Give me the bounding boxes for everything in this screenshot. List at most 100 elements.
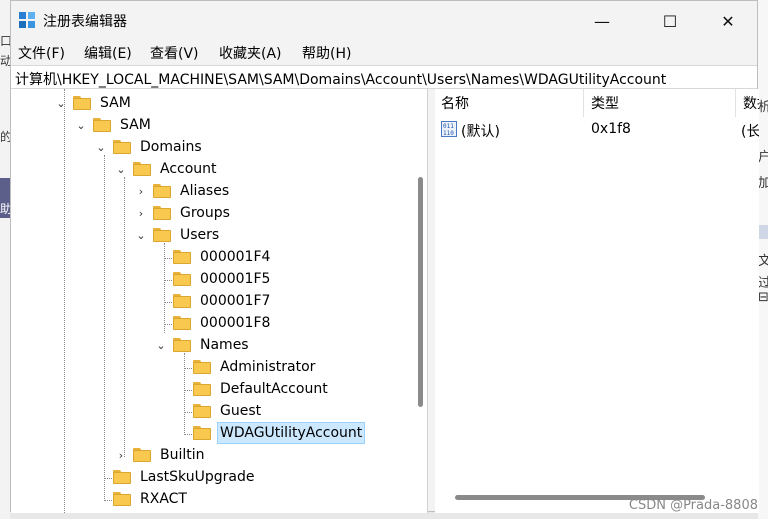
tree-node-label[interactable]: LastSkuUpgrade [137, 466, 257, 488]
folder-icon [193, 360, 211, 374]
background-window-right: 析 户 加 文 过 ⊟ [758, 0, 768, 519]
key-tree: ⌄ SAM ⌄ SAM ⌄ Domains ⌄ Account › Aliase… [11, 89, 428, 513]
chevron-right-icon[interactable]: › [135, 202, 147, 224]
menu-view[interactable]: 查看(V) [150, 43, 199, 63]
tree-guide [124, 177, 125, 457]
tree-node-label[interactable]: Builtin [157, 444, 208, 466]
tree-node[interactable]: 000001F7 [155, 290, 273, 312]
bg-text: 户 [758, 150, 768, 165]
tree-node-label[interactable]: Users [177, 224, 222, 246]
tree-node-label[interactable]: 000001F4 [197, 246, 273, 268]
tree-node[interactable]: 000001F8 [155, 312, 273, 334]
tree-node[interactable]: ⌄ SAM [55, 92, 134, 114]
tree-node[interactable]: ⌄ Users [135, 224, 222, 246]
chevron-down-icon[interactable]: ⌄ [75, 114, 87, 136]
folder-icon [113, 470, 131, 484]
tree-node[interactable]: RXACT [95, 488, 190, 510]
tree-node-label[interactable]: Groups [177, 202, 233, 224]
title-bar[interactable]: 注册表编辑器 — ☐ ✕ [11, 1, 757, 39]
menu-file[interactable]: 文件(F) [18, 43, 65, 63]
close-icon: ✕ [721, 11, 735, 31]
tree-node[interactable]: ⌄ SAM [75, 114, 154, 136]
tree-node[interactable]: ⌄ Names [155, 334, 252, 356]
chevron-down-icon[interactable]: ⌄ [95, 136, 107, 158]
registry-editor-icon [19, 12, 35, 28]
chevron-down-icon[interactable]: ⌄ [115, 158, 127, 180]
tree-node[interactable]: 000001F4 [155, 246, 273, 268]
column-divider[interactable] [735, 89, 736, 117]
minimize-button[interactable]: — [579, 7, 625, 35]
tree-node[interactable]: LastSkuUpgrade [95, 466, 257, 488]
watermark: CSDN @Prada-8808 [628, 498, 758, 513]
folder-icon [193, 426, 211, 440]
tree-node[interactable]: › Groups [135, 202, 233, 224]
tree-node-label[interactable]: RXACT [137, 488, 190, 510]
tree-node-label[interactable]: Guest [217, 400, 264, 422]
folder-icon [113, 492, 131, 506]
svg-text:011: 011 [443, 123, 454, 130]
folder-icon [173, 338, 191, 352]
tree-node-label[interactable]: SAM [97, 92, 134, 114]
menu-edit[interactable]: 编辑(E) [84, 43, 132, 63]
menu-help[interactable]: 帮助(H) [302, 43, 351, 63]
menu-favorites[interactable]: 收藏夹(A) [219, 43, 282, 63]
maximize-button[interactable]: ☐ [647, 7, 693, 35]
chevron-down-icon[interactable]: ⌄ [155, 334, 167, 356]
svg-text:110: 110 [443, 130, 454, 137]
tree-node[interactable]: DefaultAccount [175, 378, 331, 400]
window-title: 注册表编辑器 [43, 14, 127, 30]
tree-node-label[interactable]: DefaultAccount [217, 378, 331, 400]
maximize-icon: ☐ [662, 11, 678, 31]
tree-node-label[interactable]: 000001F7 [197, 290, 273, 312]
tree-node[interactable]: 000001F5 [155, 268, 273, 290]
minimize-icon: — [594, 11, 610, 31]
folder-icon [193, 382, 211, 396]
tree-node-label[interactable]: WDAGUtilityAccount [217, 422, 366, 444]
tree-node-selected[interactable]: WDAGUtilityAccount [175, 422, 366, 444]
regedit-window: 注册表编辑器 — ☐ ✕ 文件(F) 编辑(E) 查看(V) 收藏夹(A) 帮助… [10, 0, 759, 513]
tree-node[interactable]: Guest [175, 400, 264, 422]
chevron-right-icon[interactable]: › [115, 444, 127, 466]
reg-binary-value-icon: 011 110 [441, 121, 457, 137]
folder-icon [93, 118, 111, 132]
column-header-name[interactable]: 名称 [435, 89, 583, 117]
folder-icon [133, 448, 151, 462]
bg-text: 析 [758, 100, 768, 115]
folder-icon [153, 228, 171, 242]
tree-node-label[interactable]: Account [157, 158, 220, 180]
column-header-label: 数据 [743, 96, 759, 112]
chevron-right-icon[interactable]: › [135, 180, 147, 202]
tree-node-label[interactable]: 000001F8 [197, 312, 273, 334]
folder-icon [133, 162, 151, 176]
address-path[interactable]: 计算机\HKEY_LOCAL_MACHINE\SAM\SAM\Domains\A… [15, 69, 666, 89]
tree-node[interactable]: ⌄ Domains [95, 136, 205, 158]
tree-node-label[interactable]: SAM [117, 114, 154, 136]
list-item[interactable]: 011 110 (默认) 0x1f8 (长 [435, 119, 759, 141]
close-button[interactable]: ✕ [705, 7, 751, 35]
chevron-down-icon[interactable]: ⌄ [55, 92, 67, 114]
tree-node[interactable]: ⌄ Account [115, 158, 220, 180]
folder-icon [173, 250, 191, 264]
tree-node-label[interactable]: Administrator [217, 356, 318, 378]
tree-vertical-scrollbar[interactable] [415, 89, 427, 513]
folder-icon [173, 272, 191, 286]
tree-node-label[interactable]: 000001F5 [197, 268, 273, 290]
column-header-type[interactable]: 类型 [585, 89, 735, 117]
address-bar[interactable]: 计算机\HKEY_LOCAL_MACHINE\SAM\SAM\Domains\A… [11, 65, 757, 89]
value-data: (长 [741, 124, 759, 140]
background-window-left: 口 动 的 助 [0, 0, 12, 519]
tree-node[interactable]: › Aliases [135, 180, 232, 202]
tree-node[interactable]: › Builtin [115, 444, 208, 466]
column-header-data[interactable]: 数据 [737, 89, 759, 117]
tree-node-label[interactable]: Domains [137, 136, 205, 158]
scrollbar-thumb[interactable] [418, 177, 423, 407]
value-type: 0x1f8 [591, 121, 631, 137]
bg-bar [758, 225, 768, 239]
chevron-down-icon[interactable]: ⌄ [135, 224, 147, 246]
tree-node-label[interactable]: Aliases [177, 180, 232, 202]
column-header-label: 名称 [441, 96, 469, 112]
bg-text: 过 [758, 276, 768, 291]
tree-node[interactable]: Administrator [175, 356, 318, 378]
tree-node-label[interactable]: Names [197, 334, 252, 356]
column-divider[interactable] [583, 89, 584, 117]
